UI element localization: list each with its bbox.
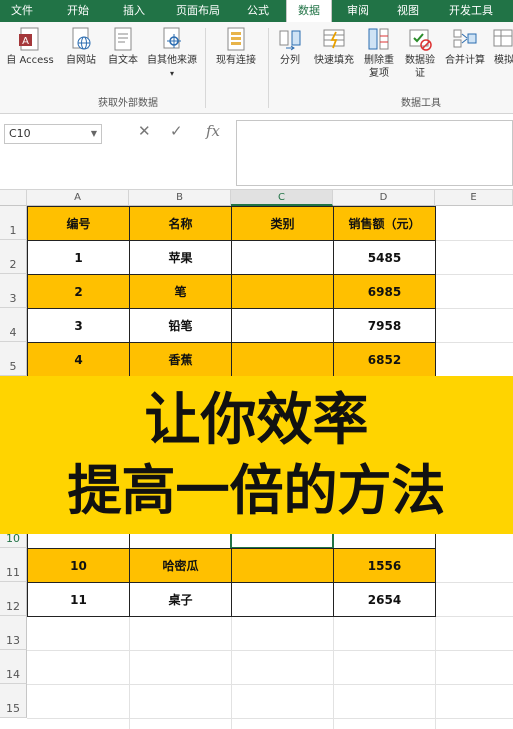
header-cell-name[interactable]: 名称 xyxy=(129,206,232,241)
row-header[interactable]: 1 xyxy=(0,206,27,240)
from-other-sources-button[interactable]: 自其他来源 ▾ xyxy=(142,26,202,80)
gridline xyxy=(27,718,513,719)
tab-developer[interactable]: 开发工具 xyxy=(440,0,502,22)
table-cell[interactable]: 5485 xyxy=(333,240,436,275)
tab-review[interactable]: 审阅 xyxy=(338,0,378,22)
svg-text:A: A xyxy=(22,36,29,47)
row-header[interactable]: 4 xyxy=(0,308,27,342)
text-file-icon xyxy=(114,27,132,51)
tab-home[interactable]: 开始 xyxy=(56,0,100,22)
table-cell[interactable]: 笔 xyxy=(129,274,232,309)
gridline xyxy=(27,650,513,651)
table-cell[interactable] xyxy=(231,240,334,275)
table-cell[interactable]: 3 xyxy=(27,308,130,343)
table-cell[interactable] xyxy=(231,582,334,617)
remove-duplicates-button[interactable]: 删除重复项 xyxy=(360,26,398,80)
group-label-external-data: 获取外部数据 xyxy=(98,98,158,109)
title-banner: 让你效率 提高一倍的方法 xyxy=(0,376,513,534)
table-cell[interactable]: 6985 xyxy=(333,274,436,309)
table-cell[interactable]: 6852 xyxy=(333,342,436,377)
header-cell-category[interactable]: 类别 xyxy=(231,206,334,241)
name-box[interactable]: C10 ▼ xyxy=(4,124,102,144)
row-header[interactable]: 13 xyxy=(0,616,27,650)
validation-icon xyxy=(409,29,432,51)
from-web-button[interactable]: 自网站 xyxy=(60,26,102,67)
table-cell[interactable]: 7958 xyxy=(333,308,436,343)
tab-page-layout[interactable]: 页面布局 xyxy=(166,0,230,22)
table-cell[interactable]: 桌子 xyxy=(129,582,232,617)
chevron-down-icon[interactable]: ▼ xyxy=(91,125,97,143)
table-cell[interactable]: 10 xyxy=(27,548,130,583)
connections-icon xyxy=(227,27,245,51)
from-access-button[interactable]: A 自 Access xyxy=(2,26,58,67)
row-header[interactable]: 15 xyxy=(0,684,27,718)
column-header-b[interactable]: B xyxy=(129,190,231,206)
access-icon: A xyxy=(19,27,39,51)
enter-icon[interactable]: ✓ xyxy=(170,122,183,140)
group-divider xyxy=(205,28,206,108)
text-to-columns-button[interactable]: 分列 xyxy=(272,26,308,67)
tab-formulas[interactable]: 公式 xyxy=(238,0,278,22)
column-header-c[interactable]: C xyxy=(231,190,333,206)
formula-buttons: ✕ ✓ fx xyxy=(128,122,238,146)
consolidate-icon xyxy=(453,29,477,48)
table-cell[interactable]: 1556 xyxy=(333,548,436,583)
table-cell[interactable] xyxy=(231,548,334,583)
tab-file[interactable]: 文件 xyxy=(0,0,44,22)
data-validation-button[interactable]: 数据验证 xyxy=(400,26,440,80)
what-if-icon xyxy=(493,29,513,47)
table-cell[interactable]: 1 xyxy=(27,240,130,275)
cancel-icon[interactable]: ✕ xyxy=(138,122,151,140)
row-header[interactable]: 11 xyxy=(0,548,27,582)
gridline xyxy=(27,684,513,685)
table-cell[interactable]: 4 xyxy=(27,342,130,377)
table-cell[interactable]: 哈密瓜 xyxy=(129,548,232,583)
column-header-a[interactable]: A xyxy=(27,190,129,206)
table-cell[interactable]: 11 xyxy=(27,582,130,617)
group-divider xyxy=(268,28,269,108)
ribbon-panel: A 自 Access 自网站 自文本 自其他来源 ▾ 现有连接 获取外部数据 分列… xyxy=(0,22,513,114)
row-header[interactable]: 2 xyxy=(0,240,27,274)
chevron-down-icon: ▾ xyxy=(169,69,174,78)
banner-line-1: 让你效率 xyxy=(144,387,369,453)
row-header-selected[interactable]: 10 xyxy=(0,532,27,548)
what-if-analysis-button[interactable]: 模拟 xyxy=(490,26,513,67)
flash-fill-button[interactable]: 快速填充 xyxy=(308,26,360,67)
tab-view[interactable]: 视图 xyxy=(388,0,428,22)
header-cell-number[interactable]: 编号 xyxy=(27,206,130,241)
table-cell[interactable]: 香蕉 xyxy=(129,342,232,377)
table-cell[interactable]: 铅笔 xyxy=(129,308,232,343)
from-text-button[interactable]: 自文本 xyxy=(102,26,144,67)
ribbon-tab-bar: 文件 开始 插入 页面布局 公式 数据 审阅 视图 开发工具 xyxy=(0,0,513,22)
banner-line-2: 提高一倍的方法 xyxy=(67,458,446,522)
column-header-d[interactable]: D xyxy=(333,190,435,206)
split-columns-icon xyxy=(279,30,301,51)
row-header[interactable]: 3 xyxy=(0,274,27,308)
formula-input[interactable] xyxy=(236,120,513,186)
header-cell-sales[interactable]: 销售额（元） xyxy=(333,206,436,241)
select-all-corner[interactable] xyxy=(0,190,27,206)
row-header[interactable]: 14 xyxy=(0,650,27,684)
group-label-data-tools: 数据工具 xyxy=(401,98,441,109)
table-cell[interactable] xyxy=(231,308,334,343)
remove-duplicates-icon xyxy=(368,28,389,50)
consolidate-button[interactable]: 合并计算 xyxy=(440,26,490,67)
row-header[interactable]: 12 xyxy=(0,582,27,616)
globe-icon xyxy=(72,27,91,50)
table-cell[interactable] xyxy=(231,342,334,377)
tab-data[interactable]: 数据 xyxy=(286,0,332,22)
table-cell[interactable]: 2 xyxy=(27,274,130,309)
table-cell[interactable]: 苹果 xyxy=(129,240,232,275)
table-cell[interactable]: 2654 xyxy=(333,582,436,617)
existing-connections-button[interactable]: 现有连接 xyxy=(208,26,264,67)
formula-bar: C10 ▼ ✕ ✓ fx xyxy=(0,114,513,190)
tab-insert[interactable]: 插入 xyxy=(112,0,156,22)
row-header[interactable]: 5 xyxy=(0,342,27,376)
flash-fill-icon xyxy=(323,29,345,49)
insert-function-icon[interactable]: fx xyxy=(206,122,220,140)
table-cell[interactable] xyxy=(231,274,334,309)
column-header-e[interactable]: E xyxy=(435,190,513,206)
other-sources-icon xyxy=(163,27,181,49)
